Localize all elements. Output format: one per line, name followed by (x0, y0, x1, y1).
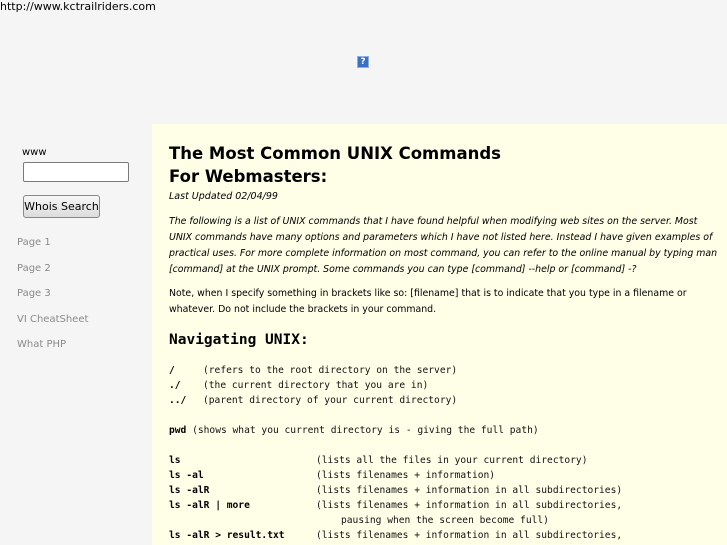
command-name: ./ (169, 380, 181, 391)
url-text: http://www.kctrailriders.com (0, 0, 156, 13)
command-row: ./ (the current directory that you are i… (169, 378, 721, 393)
note-paragraph: Note, when I specify something in bracke… (169, 288, 687, 315)
command-row: ls -alR | more (lists filenames + inform… (169, 498, 721, 513)
command-description-continued: pausing when the screen become full) (341, 515, 549, 526)
command-description: (lists all the files in your current dir… (316, 455, 588, 466)
command-description: (lists filenames + information in all su… (316, 500, 623, 511)
page-title-line-1: The Most Common UNIX Commands (169, 144, 501, 163)
command-description: (lists filenames + information in all su… (316, 485, 623, 496)
command-name: ls (169, 455, 181, 466)
command-row: ../ (parent directory of your current di… (169, 393, 721, 408)
command-description: (lists filenames + information in all su… (316, 530, 623, 541)
command-name: ls -alR (169, 485, 210, 496)
command-description: (lists filenames + information) (316, 470, 496, 481)
command-name: pwd (169, 425, 187, 436)
command-name: ../ (169, 395, 187, 406)
command-row: ls (lists all the files in your current … (169, 453, 721, 468)
command-row: ls -al (lists filenames + information) (169, 468, 721, 483)
command-name: / (169, 365, 175, 376)
sidebar-item-page-2[interactable]: Page 2 (17, 262, 88, 288)
sidebar-nav: Page 1 Page 2 Page 3 VI CheatSheet What … (17, 236, 88, 364)
sidebar-item-vi-cheatsheet[interactable]: VI CheatSheet (17, 313, 88, 339)
page-title-line-2: For Webmasters: (169, 167, 328, 186)
command-name: ls -al (169, 470, 204, 481)
whois-input[interactable] (23, 162, 129, 182)
sidebar-item-page-3[interactable]: Page 3 (17, 287, 88, 313)
command-description: (the current directory that you are in) (203, 380, 429, 391)
sidebar: www Whois Search Page 1 Page 2 Page 3 VI… (0, 124, 152, 545)
whois-label: www (22, 147, 47, 158)
command-row: pausing when the screen become full) (169, 513, 721, 528)
sidebar-item-what-php[interactable]: What PHP (17, 338, 88, 364)
sidebar-item-page-1[interactable]: Page 1 (17, 236, 88, 262)
command-list: / (refers to the root directory on the s… (169, 363, 721, 543)
command-row: ls -alR (lists filenames + information i… (169, 483, 721, 498)
command-description: (refers to the root directory on the ser… (203, 365, 458, 376)
page-title: The Most Common UNIX Commands For Webmas… (169, 142, 721, 188)
command-name: ls -alR | more (169, 500, 250, 511)
command-row: ls -alR > result.txt (lists filenames + … (169, 528, 721, 543)
section-heading: Navigating UNIX: (169, 332, 309, 348)
broken-image-icon[interactable]: ? (357, 56, 369, 68)
whois-search-button[interactable]: Whois Search (23, 195, 100, 218)
command-name: ls -alR > result.txt (169, 530, 285, 541)
intro-paragraph: The following is a list of UNIX commands… (169, 216, 718, 275)
command-row: / (refers to the root directory on the s… (169, 363, 721, 378)
last-updated: Last Updated 02/04/99 (169, 191, 278, 202)
command-description: (shows what you current directory is - g… (186, 425, 539, 436)
command-description: (parent directory of your current direct… (203, 395, 458, 406)
command-row: pwd (shows what you current directory is… (169, 423, 721, 438)
main-content: The Most Common UNIX Commands For Webmas… (152, 124, 727, 545)
